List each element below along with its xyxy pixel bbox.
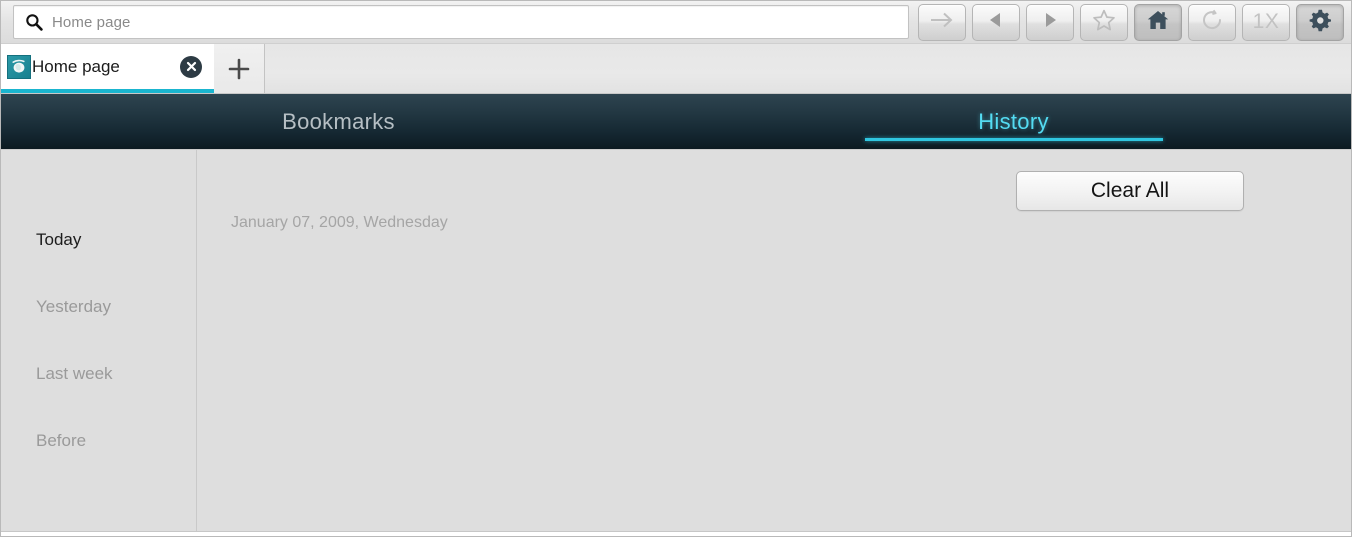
tab-title: Home page (32, 56, 120, 76)
tab-bookmarks[interactable]: Bookmarks (1, 94, 676, 149)
back-button[interactable] (972, 3, 1020, 41)
sidebar-item-label: Before (36, 430, 87, 450)
history-sidebar: Today Yesterday Last week Before (1, 150, 197, 536)
zoom-button[interactable]: 1X (1242, 3, 1290, 41)
sidebar-item-label: Yesterday (36, 296, 111, 316)
browser-window: Home page 1X Home page Bookmarks History… (0, 0, 1352, 537)
home-button[interactable] (1134, 3, 1182, 41)
browser-toolbar: Home page 1X (1, 1, 1351, 44)
arrow-right-icon (928, 10, 956, 35)
go-button[interactable] (918, 3, 966, 41)
zoom-level-icon: 1X (1252, 10, 1280, 33)
address-bar-text: Home page (52, 13, 131, 31)
tab-history-label: History (978, 108, 1049, 134)
sidebar-item-label: Today (36, 229, 82, 249)
bookmark-button[interactable] (1080, 3, 1128, 41)
triangle-left-icon (986, 10, 1006, 35)
gear-icon (1308, 8, 1332, 37)
forward-button[interactable] (1026, 3, 1074, 41)
refresh-icon (1200, 8, 1224, 37)
history-list-area: Clear All January 07, 2009, Wednesday (197, 150, 1351, 536)
sidebar-item-yesterday[interactable]: Yesterday (1, 273, 196, 340)
clear-all-button[interactable]: Clear All (1016, 171, 1244, 211)
plus-icon (228, 58, 250, 79)
new-tab-button[interactable] (214, 44, 265, 93)
section-nav-bar: Bookmarks History (1, 94, 1351, 149)
reload-button[interactable] (1188, 3, 1236, 41)
history-panel: Today Yesterday Last week Before Clear A… (1, 149, 1351, 536)
sidebar-item-label: Last week (36, 363, 113, 383)
sidebar-item-today[interactable]: Today (1, 206, 196, 273)
browser-tab[interactable]: Home page (1, 44, 214, 93)
tab-history[interactable]: History (676, 94, 1351, 149)
history-date-header: January 07, 2009, Wednesday (231, 214, 448, 231)
sidebar-item-last-week[interactable]: Last week (1, 340, 196, 407)
sidebar-item-before[interactable]: Before (1, 407, 196, 474)
tab-bookmarks-label: Bookmarks (282, 108, 395, 134)
home-icon (1146, 8, 1170, 37)
active-tab-indicator (864, 138, 1163, 141)
clear-all-label: Clear All (1090, 179, 1170, 202)
search-icon (24, 12, 44, 32)
settings-button[interactable] (1296, 3, 1344, 41)
globe-icon (7, 54, 31, 79)
tab-strip: Home page (1, 44, 1351, 94)
panel-bottom-edge (1, 531, 1351, 536)
triangle-right-icon (1040, 10, 1060, 35)
address-bar[interactable]: Home page (13, 5, 909, 39)
star-icon (1092, 8, 1116, 37)
close-icon[interactable] (180, 55, 202, 78)
